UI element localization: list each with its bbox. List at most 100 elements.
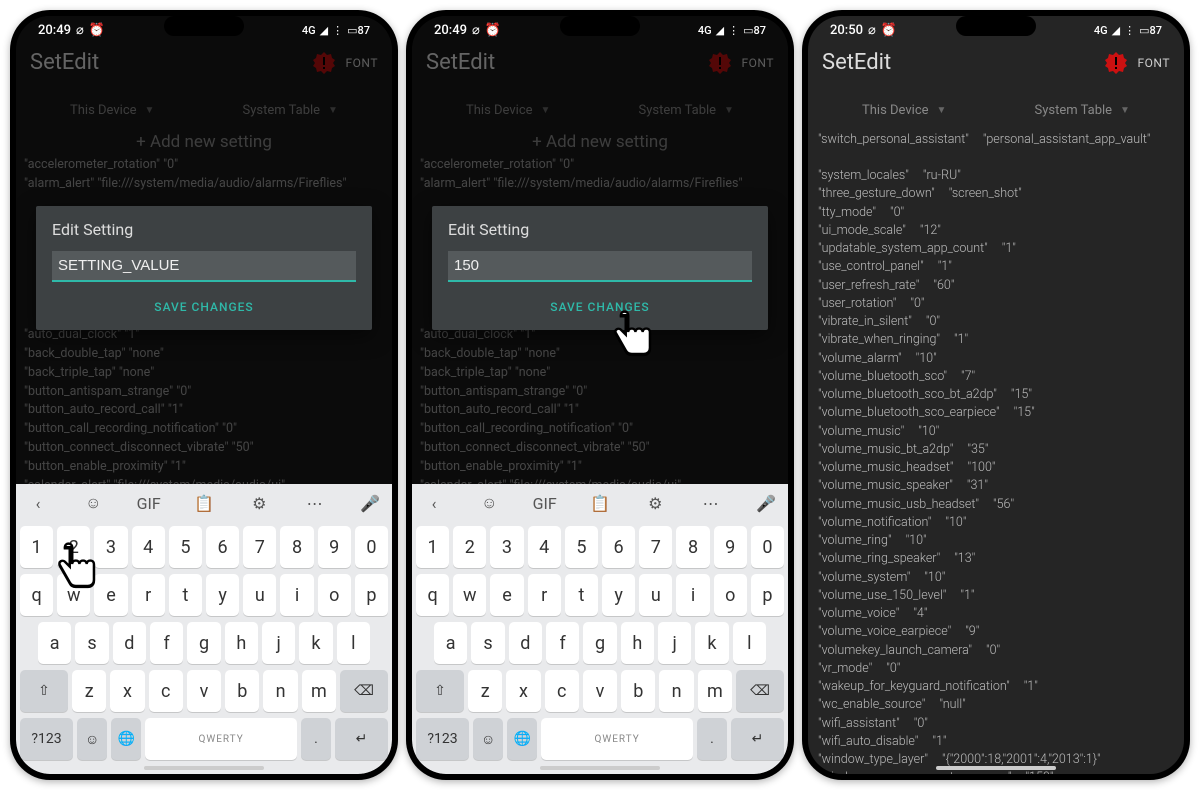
- key-x[interactable]: x: [506, 670, 540, 712]
- setting-row[interactable]: "wc_enable_source""null": [818, 696, 1174, 714]
- setting-row[interactable]: "alarm_alert" "file:///system/media/audi…: [420, 175, 780, 194]
- setting-row[interactable]: "wakeup_for_keyguard_notification""1": [818, 678, 1174, 696]
- setting-row[interactable]: "user_refresh_rate""60": [818, 276, 1174, 294]
- key-3[interactable]: 3: [94, 526, 127, 568]
- clipboard-icon[interactable]: 📋: [588, 494, 612, 513]
- key-o[interactable]: o: [318, 574, 351, 616]
- key-p[interactable]: p: [355, 574, 388, 616]
- back-icon[interactable]: ‹: [422, 494, 446, 513]
- setting-row[interactable]: "vibrate_when_ringing""1": [818, 331, 1174, 349]
- key-n[interactable]: n: [263, 670, 297, 712]
- key-m[interactable]: m: [302, 670, 336, 712]
- setting-row[interactable]: "back_triple_tap" "none": [24, 364, 384, 383]
- setting-row[interactable]: "volume_ring""10": [818, 532, 1174, 550]
- setting-row[interactable]: "back_triple_tap" "none": [420, 364, 780, 383]
- gear-icon[interactable]: ⚙: [643, 494, 667, 513]
- period-key[interactable]: .: [301, 718, 331, 760]
- key-o[interactable]: o: [714, 574, 747, 616]
- save-changes-button[interactable]: SAVE CHANGES: [52, 282, 356, 320]
- home-indicator[interactable]: [144, 766, 264, 770]
- setting-row[interactable]: "volume_voice_earpiece""9": [818, 623, 1174, 641]
- key-7[interactable]: 7: [639, 526, 672, 568]
- key-y[interactable]: y: [602, 574, 635, 616]
- save-changes-button[interactable]: SAVE CHANGES: [448, 282, 752, 320]
- key-d[interactable]: d: [113, 622, 146, 664]
- table-dropdown[interactable]: System Table ▼: [242, 103, 337, 118]
- setting-row[interactable]: "button_call_recording_notification" "0": [420, 420, 780, 439]
- setting-row[interactable]: "volume_music_headset""100": [818, 459, 1174, 477]
- key-q[interactable]: q: [20, 574, 53, 616]
- setting-value-input[interactable]: [448, 251, 752, 282]
- key-6[interactable]: 6: [602, 526, 635, 568]
- setting-row[interactable]: "button_auto_record_call" "1": [24, 401, 384, 420]
- key-d[interactable]: d: [509, 622, 542, 664]
- setting-row[interactable]: "button_enable_proximity" "1": [420, 458, 780, 477]
- warning-icon[interactable]: [312, 51, 336, 75]
- setting-row[interactable]: "volume_alarm""10": [818, 349, 1174, 367]
- emoji-key[interactable]: ☺: [77, 718, 107, 760]
- mic-icon[interactable]: 🎤: [358, 494, 382, 513]
- setting-row[interactable]: "accelerometer_rotation" "0": [24, 156, 384, 175]
- key-w[interactable]: w: [453, 574, 486, 616]
- key-a[interactable]: a: [38, 622, 71, 664]
- key-j[interactable]: j: [658, 622, 691, 664]
- setting-row[interactable]: "system_locales""ru-RU": [818, 167, 1174, 185]
- space-key[interactable]: QWERTY: [541, 718, 692, 760]
- setting-row[interactable]: "button_call_recording_notification" "0": [24, 420, 384, 439]
- settings-list[interactable]: "switch_personal_assistant""personal_ass…: [808, 126, 1184, 774]
- mic-icon[interactable]: 🎤: [754, 494, 778, 513]
- enter-key[interactable]: ↵: [335, 718, 388, 760]
- key-j[interactable]: j: [262, 622, 295, 664]
- setting-row[interactable]: "three_gesture_down""screen_shot": [818, 185, 1174, 203]
- key-k[interactable]: k: [299, 622, 332, 664]
- keyboard-suggestion-bar[interactable]: ‹☺GIF📋⚙⋯🎤: [412, 484, 788, 522]
- setting-row[interactable]: "volumekey_launch_camera""0": [818, 641, 1174, 659]
- setting-row[interactable]: "volume_system""10": [818, 568, 1174, 586]
- warning-icon[interactable]: [708, 51, 732, 75]
- shift-key[interactable]: ⇧: [20, 670, 68, 712]
- period-key[interactable]: .: [697, 718, 727, 760]
- setting-row[interactable]: "volume_use_150_level""1": [818, 586, 1174, 604]
- key-7[interactable]: 7: [243, 526, 276, 568]
- key-f[interactable]: f: [150, 622, 183, 664]
- key-8[interactable]: 8: [280, 526, 313, 568]
- key-1[interactable]: 1: [20, 526, 53, 568]
- key-g[interactable]: g: [187, 622, 220, 664]
- gif-button[interactable]: GIF: [137, 494, 161, 513]
- key-k[interactable]: k: [695, 622, 728, 664]
- setting-row[interactable]: "button_antispam_strange" "0": [420, 383, 780, 402]
- key-0[interactable]: 0: [751, 526, 784, 568]
- key-u[interactable]: u: [639, 574, 672, 616]
- setting-row[interactable]: "button_connect_disconnect_vibrate" "50": [420, 439, 780, 458]
- setting-row[interactable]: "volume_notification""10": [818, 513, 1174, 531]
- setting-row[interactable]: "volume_music""10": [818, 422, 1174, 440]
- key-5[interactable]: 5: [169, 526, 202, 568]
- setting-row[interactable]: "volume_bluetooth_sco_earpiece""15": [818, 404, 1174, 422]
- back-icon[interactable]: ‹: [26, 494, 50, 513]
- key-v[interactable]: v: [187, 670, 221, 712]
- soft-keyboard[interactable]: ‹☺GIF📋⚙⋯🎤1234567890qwertyuiopasdfghjkl⇧z…: [16, 484, 392, 774]
- keyboard-suggestion-bar[interactable]: ‹☺GIF📋⚙⋯🎤: [16, 484, 392, 522]
- add-new-setting[interactable]: + Add new setting: [412, 126, 788, 156]
- key-z[interactable]: z: [72, 670, 106, 712]
- key-t[interactable]: t: [169, 574, 202, 616]
- key-i[interactable]: i: [676, 574, 709, 616]
- emoji-key[interactable]: ☺: [473, 718, 503, 760]
- device-dropdown[interactable]: This Device ▼: [70, 103, 154, 118]
- home-indicator[interactable]: [936, 766, 1056, 770]
- setting-row[interactable]: "volume_voice""4": [818, 605, 1174, 623]
- setting-row[interactable]: "button_enable_proximity" "1": [24, 458, 384, 477]
- setting-row[interactable]: "back_double_tap" "none": [24, 345, 384, 364]
- enter-key[interactable]: ↵: [731, 718, 784, 760]
- symbols-key[interactable]: ?123: [20, 718, 73, 760]
- setting-row[interactable]: "tty_mode""0": [818, 203, 1174, 221]
- setting-row[interactable]: "button_auto_record_call" "1": [420, 401, 780, 420]
- key-e[interactable]: e: [94, 574, 127, 616]
- key-4[interactable]: 4: [528, 526, 561, 568]
- key-w[interactable]: w: [57, 574, 90, 616]
- key-l[interactable]: l: [337, 622, 370, 664]
- backspace-key[interactable]: ⌫: [736, 670, 784, 712]
- key-9[interactable]: 9: [714, 526, 747, 568]
- key-q[interactable]: q: [416, 574, 449, 616]
- device-dropdown[interactable]: This Device ▼: [862, 103, 946, 118]
